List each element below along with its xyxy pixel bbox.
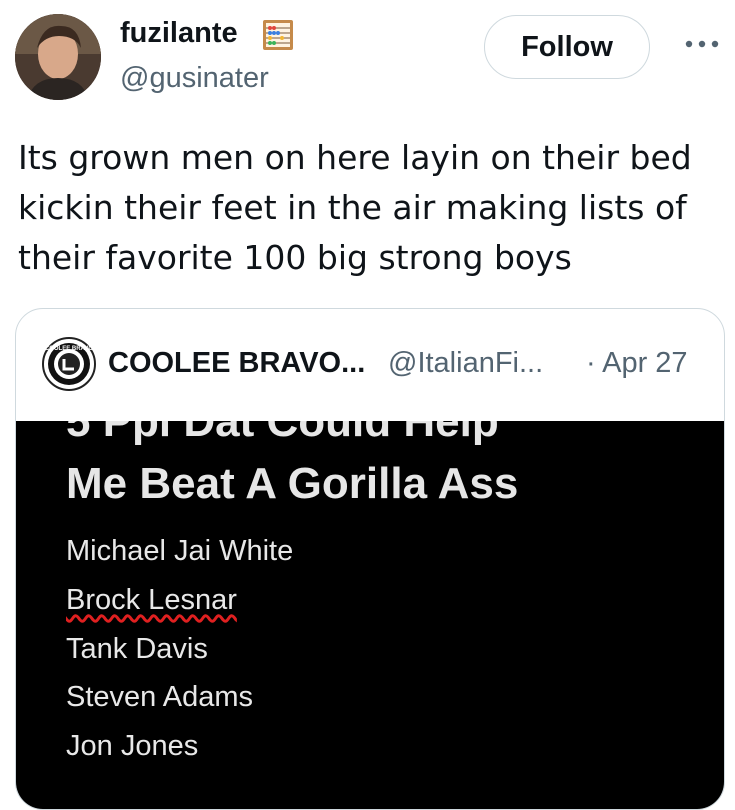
media-title: Me Beat A Gorilla Ass bbox=[66, 459, 519, 508]
quoted-media-image[interactable]: 5 Ppl Dat Could Help Me Beat A Gorilla A… bbox=[16, 421, 724, 809]
quoted-date[interactable]: · Apr 27 bbox=[586, 347, 688, 380]
author-handle[interactable]: @gusinater bbox=[120, 62, 269, 95]
logo-text: COOLEE BRAVO bbox=[45, 346, 94, 352]
person-avatar-icon bbox=[15, 14, 101, 100]
list-item: Brock Lesnar bbox=[66, 584, 237, 617]
list-item: Jon Jones bbox=[66, 730, 199, 762]
quoted-author-name[interactable]: COOLEE BRAVO... bbox=[108, 347, 365, 380]
tweet-text: Its grown men on here layin on their bed… bbox=[18, 138, 692, 277]
list-item: Michael Jai White bbox=[66, 535, 294, 567]
abacus-icon bbox=[263, 20, 293, 50]
quoted-author-handle[interactable]: @ItalianFi... bbox=[388, 347, 543, 380]
follow-button[interactable]: Follow bbox=[484, 15, 650, 79]
coolee-bravo-logo-icon[interactable]: COOLEE BRAVO bbox=[42, 337, 96, 391]
list-item-text: Brock Lesnar bbox=[66, 584, 237, 616]
list-item: Steven Adams bbox=[66, 681, 253, 713]
media-clipped-line: 5 Ppl Dat Could Help bbox=[66, 421, 499, 446]
author-avatar[interactable] bbox=[15, 14, 101, 100]
list-item: Tank Davis bbox=[66, 633, 208, 665]
quoted-tweet-card[interactable]: COOLEE BRAVO COOLEE BRAVO... @ItalianFi.… bbox=[15, 308, 725, 810]
more-options-icon[interactable] bbox=[684, 36, 720, 52]
author-name[interactable]: fuzilante bbox=[120, 17, 238, 50]
